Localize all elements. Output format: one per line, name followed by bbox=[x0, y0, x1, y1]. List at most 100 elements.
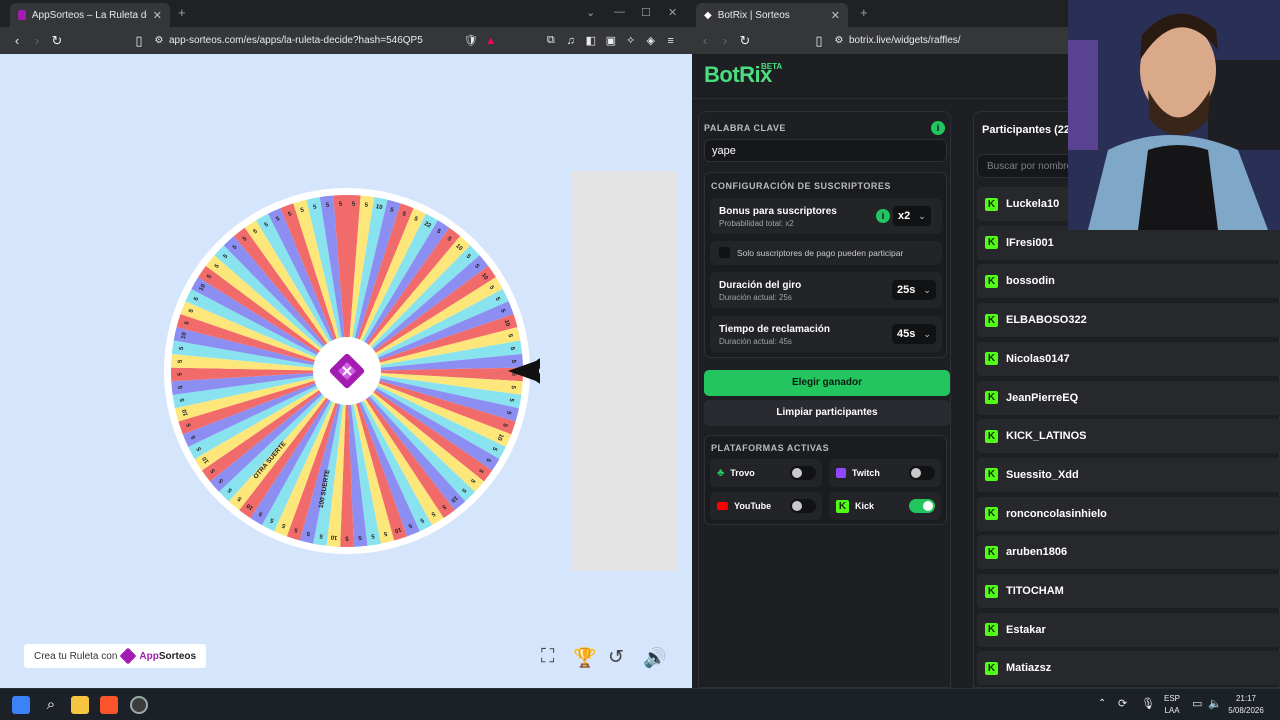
participant-row[interactable]: Kronconcolasinhielo bbox=[977, 496, 1280, 531]
microphone-icon[interactable]: 🎙 bbox=[1141, 697, 1155, 710]
platform-trovo: ♣ Trovo bbox=[710, 459, 822, 487]
pick-winner-button[interactable]: Elegir ganador bbox=[704, 370, 950, 396]
participant-name: Suessito_Xdd bbox=[1006, 468, 1079, 481]
youtube-toggle[interactable] bbox=[790, 499, 816, 513]
reset-icon[interactable]: ↺ bbox=[608, 646, 624, 669]
site-info-icon[interactable]: ⚙ bbox=[149, 35, 169, 46]
tab-botrix[interactable]: ◆ BotRix | Sorteos ✕ bbox=[696, 3, 848, 27]
site-info-right-icon[interactable]: ⚙ bbox=[829, 35, 849, 46]
close-tab-icon[interactable]: ✕ bbox=[153, 9, 162, 22]
kick-toggle[interactable] bbox=[909, 499, 935, 513]
wheel-segment-label: 10 bbox=[330, 534, 338, 541]
clock[interactable]: 21:17 5/08/2026 bbox=[1226, 694, 1266, 715]
participant-name: aruben1806 bbox=[1006, 546, 1068, 559]
forward-right-icon[interactable]: › bbox=[715, 33, 735, 48]
sidebar-icon[interactable]: ◧ bbox=[581, 34, 601, 47]
side-ad-panel bbox=[572, 171, 678, 571]
obs-icon[interactable] bbox=[130, 696, 148, 714]
keyword-value: yape bbox=[712, 145, 736, 157]
participants-title: Participantes (22) bbox=[982, 124, 1074, 136]
bookmark-icon[interactable]: ▯ bbox=[129, 33, 149, 49]
participant-row[interactable]: Kbossodin bbox=[977, 264, 1280, 299]
participant-name: lFresi001 bbox=[1006, 236, 1054, 249]
forward-icon[interactable]: › bbox=[27, 33, 47, 48]
vpn-icon[interactable]: ◈ bbox=[641, 34, 661, 47]
participant-name: KICK_LATINOS bbox=[1006, 430, 1087, 443]
twitch-toggle[interactable] bbox=[909, 466, 935, 480]
reload-right-icon[interactable]: ↻ bbox=[735, 33, 755, 49]
trovo-toggle[interactable] bbox=[790, 466, 816, 480]
participant-row[interactable]: K Nicolas0147 bbox=[977, 341, 1280, 376]
tab-appsorteos[interactable]: AppSorteos – La Ruleta de la Su ✕ bbox=[10, 3, 170, 27]
raffle-settings-panel: PALABRA CLAVE i yape CONFIGURACIÓN DE SU… bbox=[698, 111, 951, 688]
participant-row[interactable]: K JeanPierreEQ bbox=[977, 380, 1280, 415]
paid-only-row[interactable]: Solo suscriptores de pago pueden partici… bbox=[710, 241, 942, 265]
reload-icon[interactable]: ↻ bbox=[47, 33, 67, 49]
paid-only-checkbox[interactable] bbox=[719, 247, 730, 258]
music-icon[interactable]: ♫ bbox=[561, 35, 581, 47]
brave-browser-icon[interactable] bbox=[100, 696, 118, 714]
kick-icon: K bbox=[985, 197, 998, 211]
bonus-info-icon[interactable]: i bbox=[876, 209, 890, 223]
file-explorer-icon[interactable] bbox=[71, 696, 89, 714]
leo-icon[interactable]: ✧ bbox=[621, 34, 641, 47]
menu-icon[interactable]: ≡ bbox=[661, 35, 681, 47]
claim-time-select[interactable]: 45s ⌄ bbox=[892, 324, 936, 344]
new-tab-icon[interactable]: + bbox=[178, 5, 186, 20]
trophy-icon[interactable]: 🏆 bbox=[573, 646, 597, 670]
spin-subtitle: Duración actual: 25s bbox=[719, 293, 792, 302]
participant-row[interactable]: K ELBABOSO322 bbox=[977, 303, 1280, 338]
network-icon[interactable]: ▭ bbox=[1192, 697, 1202, 710]
keyword-input[interactable]: yape bbox=[704, 139, 947, 162]
botrix-favicon-icon: ◆ bbox=[704, 9, 712, 21]
platforms-section: PLATAFORMAS ACTIVAS ♣ Trovo Twitch YouTu… bbox=[704, 435, 947, 525]
participant-row[interactable]: KlFresi001 bbox=[977, 225, 1280, 260]
language-indicator[interactable]: ESP LAA bbox=[1164, 694, 1180, 715]
keyword-info-icon[interactable]: i bbox=[931, 121, 945, 135]
wallet-icon[interactable]: ▣ bbox=[601, 34, 621, 47]
start-icon[interactable] bbox=[12, 696, 30, 714]
url-field-right[interactable]: botrix.live/widgets/raffles/ bbox=[849, 35, 961, 46]
bonus-select-value: x2 bbox=[898, 210, 911, 222]
spin-duration-select[interactable]: 25s ⌄ bbox=[892, 280, 936, 300]
clear-participants-button[interactable]: Limpiar participantes bbox=[704, 400, 950, 426]
subscriber-config-section: CONFIGURACIÓN DE SUSCRIPTORES Bonus para… bbox=[704, 172, 947, 358]
platforms-label: PLATAFORMAS ACTIVAS bbox=[711, 443, 830, 453]
prize-wheel[interactable]: 5 5 10 555225510551055510555555551055555105… bbox=[160, 187, 540, 557]
bookmark-right-icon[interactable]: ▯ bbox=[809, 33, 829, 49]
sound-icon[interactable]: 🔊 bbox=[643, 646, 667, 670]
twitch-icon bbox=[836, 468, 846, 478]
participant-row[interactable]: K Matiazsz bbox=[977, 651, 1280, 686]
brave-rewards-icon[interactable]: ▲ bbox=[481, 35, 501, 47]
bonus-select[interactable]: x2 ⌄ bbox=[893, 206, 931, 226]
tray-expand-icon[interactable]: ⌃ bbox=[1098, 698, 1106, 709]
participant-row[interactable]: K TITOCHAM bbox=[977, 574, 1280, 608]
address-toolbar: ‹ › ↻ ▯ ⚙ app-sorteos.com/es/apps/la-rul… bbox=[0, 27, 692, 54]
participant-name: Estakar bbox=[1006, 623, 1046, 636]
participant-row[interactable]: K Suessito_Xdd bbox=[977, 457, 1280, 492]
kick-icon: K bbox=[985, 661, 998, 675]
close-window-icon[interactable]: ✕ bbox=[668, 6, 677, 19]
kick-icon: K bbox=[985, 274, 998, 288]
url-field[interactable]: app-sorteos.com/es/apps/la-ruleta-decide… bbox=[169, 35, 423, 46]
brave-shield-icon[interactable]: 🛡 bbox=[461, 34, 481, 47]
create-wheel-cta[interactable]: Crea tu Ruleta con AppSorteos bbox=[24, 644, 207, 668]
minimize-icon[interactable]: — bbox=[614, 6, 625, 18]
participant-row[interactable]: K Estakar bbox=[977, 612, 1280, 647]
participant-row[interactable]: K KICK_LATINOS bbox=[977, 419, 1280, 454]
back-right-icon[interactable]: ‹ bbox=[695, 33, 715, 48]
participant-row[interactable]: Karuben1806 bbox=[977, 535, 1280, 570]
kick-icon: K bbox=[985, 468, 998, 482]
close-tab-right-icon[interactable]: ✕ bbox=[831, 9, 840, 22]
paid-only-label: Solo suscriptores de pago pueden partici… bbox=[737, 248, 904, 258]
claim-select-value: 45s bbox=[897, 328, 916, 340]
new-tab-right-icon[interactable]: + bbox=[860, 5, 868, 20]
search-icon[interactable]: ⌕ bbox=[42, 696, 60, 714]
tab-search-icon[interactable]: ⌄ bbox=[586, 6, 595, 19]
volume-icon[interactable]: 🔈 bbox=[1208, 697, 1222, 710]
sync-icon[interactable]: ⟳ bbox=[1118, 697, 1127, 710]
back-icon[interactable]: ‹ bbox=[7, 33, 27, 48]
extensions-icon[interactable]: ⧉ bbox=[541, 34, 561, 47]
fullscreen-icon[interactable]: ⛶ bbox=[541, 646, 554, 668]
maximize-icon[interactable]: ☐ bbox=[641, 6, 651, 19]
